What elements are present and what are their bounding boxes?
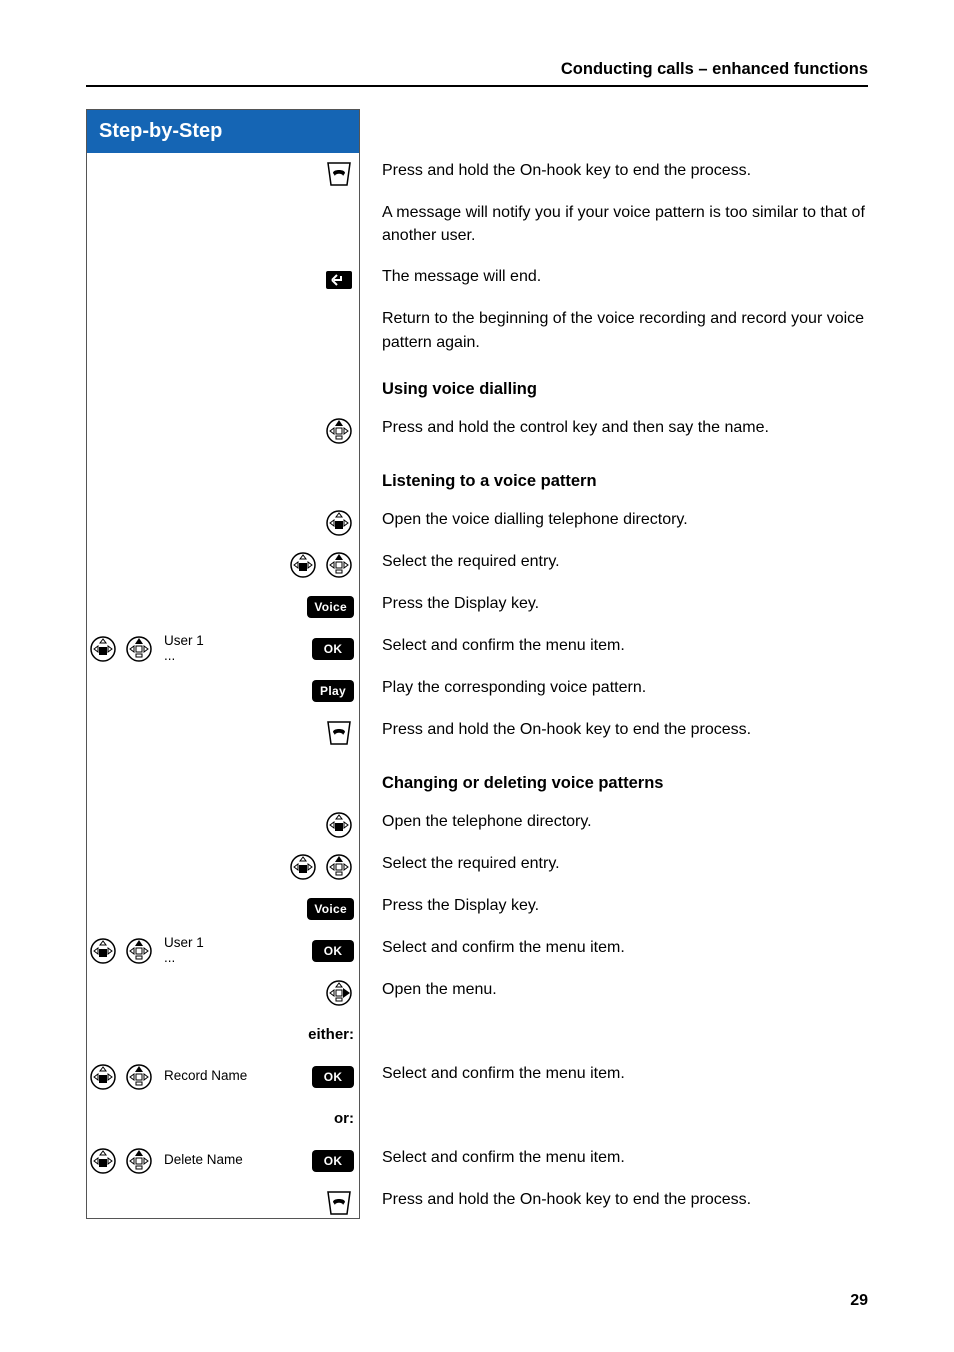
- step-text: Play the corresponding voice pattern.: [360, 676, 868, 699]
- step-text: Select and confirm the menu item.: [360, 936, 868, 959]
- step-sidebar: Step-by-Step: [86, 109, 360, 1219]
- step-text: Select the required entry.: [360, 852, 868, 875]
- step-text: Select the required entry.: [360, 550, 868, 573]
- page: Conducting calls – enhanced functions St…: [0, 0, 954, 1352]
- step-text: Open the menu.: [360, 978, 868, 1001]
- step-text: Select and confirm the menu item.: [360, 634, 868, 657]
- step-text: Press and hold the control key and then …: [360, 416, 868, 439]
- heading-listening-pattern: Listening to a voice pattern: [382, 470, 868, 494]
- step-text: The message will end.: [360, 265, 868, 288]
- step-text: Press and hold the On-hook key to end th…: [360, 718, 868, 741]
- step-text: Return to the beginning of the voice rec…: [360, 307, 868, 353]
- step-text: Press and hold the On-hook key to end th…: [360, 159, 868, 182]
- step-text: Open the voice dialling telephone direct…: [360, 508, 868, 531]
- step-text: Press the Display key.: [360, 592, 868, 615]
- running-header: Conducting calls – enhanced functions: [86, 60, 868, 87]
- page-number: 29: [850, 1292, 868, 1310]
- step-text: Press the Display key.: [360, 894, 868, 917]
- step-text: Select and confirm the menu item.: [360, 1146, 868, 1169]
- step-text: Select and confirm the menu item.: [360, 1062, 868, 1085]
- sidebar-title: Step-by-Step: [87, 110, 359, 153]
- heading-using-voice: Using voice dialling: [382, 378, 868, 402]
- heading-change-delete: Changing or deleting voice patterns: [382, 772, 868, 796]
- step-text: Press and hold the On-hook key to end th…: [360, 1188, 868, 1211]
- step-text: A message will notify you if your voice …: [360, 201, 868, 247]
- step-text: Open the telephone directory.: [360, 810, 868, 833]
